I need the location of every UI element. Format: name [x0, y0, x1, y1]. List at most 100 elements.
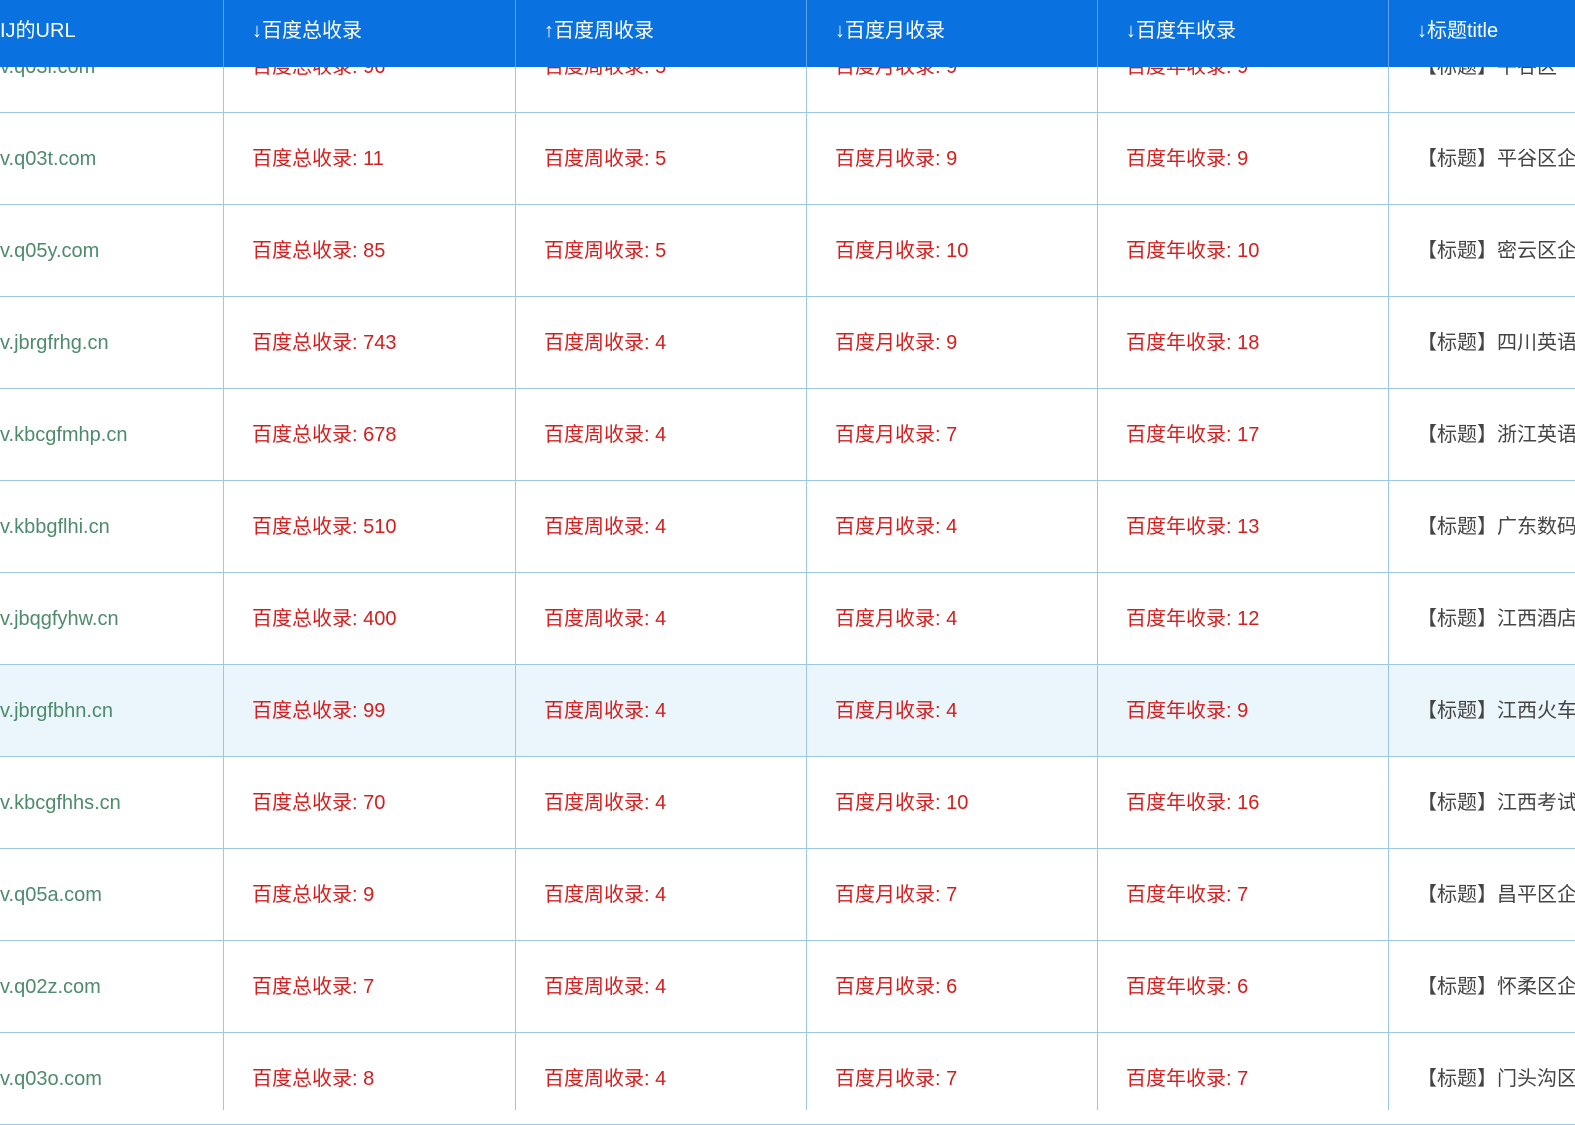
monthly-count: 百度月收录: 9 — [835, 148, 958, 170]
total-count: 百度总收录: 8 — [252, 1068, 375, 1090]
weekly-count: 百度周收录: 4 — [544, 700, 667, 722]
weekly-count: 百度周收录: 4 — [544, 1068, 667, 1090]
monthly-count: 百度月收录: 10 — [835, 792, 969, 814]
weekly-count: 百度周收录: 5 — [544, 240, 667, 262]
table-row: v.jbqgfyhw.cn 百度总收录: 400 百度周收录: 4 百度月收录: 4 百… — [0, 573, 1575, 665]
yearly-count: 百度年收录: 6 — [1126, 976, 1249, 998]
header-yearly[interactable]: ↓百度年收录 — [1126, 0, 1384, 67]
yearly-count: 百度年收录: 12 — [1126, 608, 1260, 630]
monthly-count: 百度月收录: 7 — [835, 424, 958, 446]
url-link[interactable]: v.kbcgfhhs.cn — [0, 757, 220, 849]
table-row: v.q03o.com 百度总收录: 8 百度周收录: 4 百度月收录: 7 百度年收录:… — [0, 1033, 1575, 1125]
header-url[interactable]: IJ的URL — [0, 0, 220, 67]
monthly-count: 百度月收录: 10 — [835, 240, 969, 262]
total-count: 百度总收录: 510 — [252, 516, 397, 538]
total-count: 百度总收录: 70 — [252, 792, 386, 814]
weekly-count: 百度周收录: 4 — [544, 424, 667, 446]
page-title-cell: 【标题】江西酒店 — [1417, 608, 1575, 630]
page-title-cell: 【标题】昌平区企 — [1417, 884, 1575, 906]
table-row: v.kbcgfhhs.cn 百度总收录: 70 百度周收录: 4 百度月收录: 10 百… — [0, 757, 1575, 849]
page-title-cell: 【标题】江西火车 — [1417, 700, 1575, 722]
weekly-count: 百度周收录: 5 — [544, 148, 667, 170]
yearly-count: 百度年收录: 16 — [1126, 792, 1260, 814]
monthly-count: 百度月收录: 6 — [835, 976, 958, 998]
yearly-count: 百度年收录: 10 — [1126, 240, 1260, 262]
weekly-count: 百度周收录: 4 — [544, 608, 667, 630]
table-header: IJ的URL ↓百度总收录 ↑百度周收录 ↓百度月收录 ↓百度年收录 ↓标题ti… — [0, 0, 1575, 67]
header-title[interactable]: ↓标题title — [1417, 0, 1575, 67]
monthly-count: 百度月收录: 7 — [835, 884, 958, 906]
page-title-cell: 【标题】密云区企 — [1417, 240, 1575, 262]
header-divider — [515, 0, 516, 67]
total-count: 百度总收录: 11 — [252, 148, 384, 170]
url-link[interactable]: v.q02z.com — [0, 941, 220, 1033]
results-table: IJ的URL ↓百度总收录 ↑百度周收录 ↓百度月收录 ↓百度年收录 ↓标题ti… — [0, 0, 1575, 1125]
table-row: v.q02z.com 百度总收录: 7 百度周收录: 4 百度月收录: 6 百度年收录:… — [0, 941, 1575, 1033]
yearly-count: 百度年收录: 7 — [1126, 1068, 1249, 1090]
url-link[interactable]: v.q03t.com — [0, 113, 220, 205]
sort-arrow-icon: ↑ — [544, 20, 554, 42]
sort-arrow-icon: ↓ — [1417, 20, 1427, 42]
column-divider — [223, 67, 224, 1110]
sort-arrow-icon: ↓ — [835, 20, 845, 42]
table-row: v.q05a.com 百度总收录: 9 百度周收录: 4 百度月收录: 7 百度年收录:… — [0, 849, 1575, 941]
url-link[interactable]: v.kbcgfmhp.cn — [0, 389, 220, 481]
url-link[interactable]: v.q05y.com — [0, 205, 220, 297]
weekly-count: 百度周收录: 4 — [544, 332, 667, 354]
column-divider — [515, 67, 516, 1110]
weekly-count: 百度周收录: 4 — [544, 976, 667, 998]
total-count: 百度总收录: 400 — [252, 608, 397, 630]
header-divider — [1388, 0, 1389, 67]
monthly-count: 百度月收录: 4 — [835, 700, 958, 722]
yearly-count: 百度年收录: 18 — [1126, 332, 1260, 354]
header-divider — [1097, 0, 1098, 67]
url-link[interactable]: v.jbqgfyhw.cn — [0, 573, 220, 665]
weekly-count: 百度周收录: 4 — [544, 792, 667, 814]
total-count: 百度总收录: 99 — [252, 700, 386, 722]
page-title-cell: 【标题】广东数码 — [1417, 516, 1575, 538]
monthly-count: 百度月收录: 4 — [835, 608, 958, 630]
page-title-cell: 【标题】门头沟区 — [1417, 1068, 1575, 1090]
table-row: v.q05y.com 百度总收录: 85 百度周收录: 5 百度月收录: 10 百度年收… — [0, 205, 1575, 297]
column-divider — [1097, 67, 1098, 1110]
yearly-count: 百度年收录: 13 — [1126, 516, 1260, 538]
column-divider — [806, 67, 807, 1110]
url-link[interactable]: v.kbbgflhi.cn — [0, 481, 220, 573]
url-link[interactable]: v.q03o.com — [0, 1033, 220, 1125]
monthly-count: 百度月收录: 9 — [835, 332, 958, 354]
weekly-count: 百度周收录: 4 — [544, 516, 667, 538]
yearly-count: 百度年收录: 7 — [1126, 884, 1249, 906]
page-title-cell: 【标题】江西考试 — [1417, 792, 1575, 814]
header-monthly[interactable]: ↓百度月收录 — [835, 0, 1093, 67]
weekly-count: 百度周收录: 4 — [544, 884, 667, 906]
monthly-count: 百度月收录: 4 — [835, 516, 958, 538]
header-total[interactable]: ↓百度总收录 — [252, 0, 512, 67]
sort-arrow-icon: ↓ — [1126, 20, 1136, 42]
table-row: v.jbrgfbhn.cn 百度总收录: 99 百度周收录: 4 百度月收录: 4 百度… — [0, 665, 1575, 757]
table-row: v.q03t.com 百度总收录: 11 百度周收录: 5 百度月收录: 9 百度年收录… — [0, 113, 1575, 205]
yearly-count: 百度年收录: 17 — [1126, 424, 1260, 446]
total-count: 百度总收录: 85 — [252, 240, 386, 262]
header-divider — [223, 0, 224, 67]
column-divider — [1388, 67, 1389, 1110]
page-title-cell: 【标题】四川英语 — [1417, 332, 1575, 354]
url-link[interactable]: v.jbrgfrhg.cn — [0, 297, 220, 389]
total-count: 百度总收录: 7 — [252, 976, 375, 998]
yearly-count: 百度年收录: 9 — [1126, 700, 1249, 722]
page-title-cell: 【标题】平谷区企 — [1417, 148, 1575, 170]
sort-arrow-icon: ↓ — [252, 20, 262, 42]
table-row: v.kbcgfmhp.cn 百度总收录: 678 百度周收录: 4 百度月收录: 7 百… — [0, 389, 1575, 481]
page-title-cell: 【标题】浙江英语 — [1417, 424, 1575, 446]
yearly-count: 百度年收录: 9 — [1126, 148, 1249, 170]
total-count: 百度总收录: 678 — [252, 424, 397, 446]
total-count: 百度总收录: 743 — [252, 332, 397, 354]
header-weekly[interactable]: ↑百度周收录 — [544, 0, 802, 67]
monthly-count: 百度月收录: 7 — [835, 1068, 958, 1090]
header-divider — [806, 0, 807, 67]
url-link[interactable]: v.q05a.com — [0, 849, 220, 941]
table-row: v.jbrgfrhg.cn 百度总收录: 743 百度周收录: 4 百度月收录: 9 百… — [0, 297, 1575, 389]
url-link[interactable]: v.jbrgfbhn.cn — [0, 665, 220, 757]
page-title-cell: 【标题】怀柔区企 — [1417, 976, 1575, 998]
total-count: 百度总收录: 9 — [252, 884, 375, 906]
table-row: v.kbbgflhi.cn 百度总收录: 510 百度周收录: 4 百度月收录: 4 百… — [0, 481, 1575, 573]
